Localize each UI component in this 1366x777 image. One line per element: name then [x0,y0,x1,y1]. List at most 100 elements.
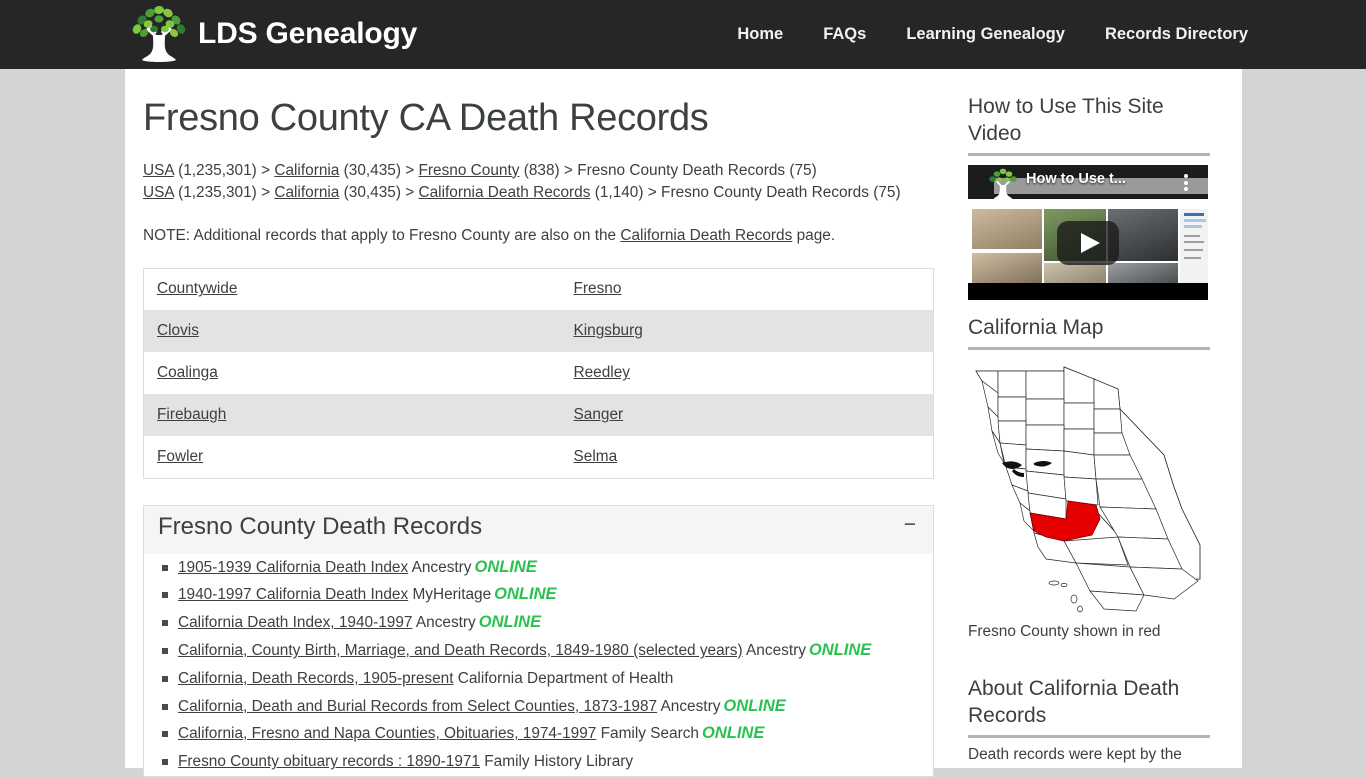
video-overlay-title: How to Use t... [1026,171,1126,187]
city-link-fresno[interactable]: Fresno [574,280,622,297]
record-source: Ancestry [746,642,806,660]
breadcrumb2-link-usa[interactable]: USA [143,184,174,201]
records-panel-header[interactable]: Fresno County Death Records − [144,506,933,550]
record-link[interactable]: 1905-1939 California Death Index [178,559,408,576]
table-row: Firebaugh Sanger [143,394,934,437]
breadcrumb-link-fresno-county[interactable]: Fresno County [419,162,520,179]
record-source: Ancestry [660,697,721,715]
list-item: 1905-1939 California Death Index Ancestr… [162,554,933,582]
city-link-firebaugh[interactable]: Firebaugh [157,406,226,423]
nav-item-home[interactable]: Home [737,25,783,44]
city-link-clovis[interactable]: Clovis [157,322,199,339]
table-cell: Reedley [561,352,934,394]
video-more-options-icon[interactable] [1184,174,1188,191]
tree-logo-icon [132,5,186,62]
california-map-svg [975,366,1201,613]
video-tree-logo-icon [989,168,1017,200]
online-badge: ONLINE [723,696,786,715]
online-badge: ONLINE [702,724,765,743]
table-row: Fowler Selma [143,436,934,479]
breadcrumb-link-usa[interactable]: USA [143,162,174,179]
city-link-selma[interactable]: Selma [574,448,618,465]
how-to-use-video-player[interactable]: How to Use t... [968,165,1208,300]
site-logo[interactable]: LDS Genealogy [128,4,417,64]
records-panel-title: Fresno County Death Records [158,512,483,540]
sidebar-heading-about: About California Death Records [968,675,1210,738]
breadcrumb-county-count: (838) > [519,161,578,179]
record-source: Ancestry [411,558,472,576]
list-item: California, Fresno and Napa Counties, Ob… [162,720,933,748]
record-link[interactable]: California Death Index, 1940-1997 [178,614,412,631]
note-link-california-death-records[interactable]: California Death Records [620,227,792,244]
sidebar-heading-video: How to Use This Site Video [968,93,1210,156]
site-header: LDS Genealogy Home FAQs Learning Genealo… [0,0,1366,69]
record-link[interactable]: California, Death Records, 1905-present [178,670,453,687]
city-link-kingsburg[interactable]: Kingsburg [574,322,643,339]
city-link-reedley[interactable]: Reedley [574,364,630,381]
list-item: 1940-1997 California Death Index MyHerit… [162,581,933,609]
breadcrumb2-link-california-death-records[interactable]: California Death Records [419,184,591,201]
breadcrumb-usa-count: (1,235,301) > [173,161,275,179]
breadcrumb-row-2: USA (1,235,301) > California (30,435) > … [143,182,933,205]
page-title: Fresno County CA Death Records [143,97,709,139]
city-links-table: Countywide Fresno Clovis Kingsburg Coali… [143,267,934,479]
city-link-coalinga[interactable]: Coalinga [157,364,218,381]
breadcrumb-link-california[interactable]: California [274,162,339,179]
nav-item-learning-genealogy[interactable]: Learning Genealogy [906,25,1065,44]
table-cell: Sanger [561,394,934,436]
table-cell: Fresno [561,268,934,310]
breadcrumb: USA (1,235,301) > California (30,435) > … [143,160,933,205]
list-item: California, Death and Burial Records fro… [162,693,933,721]
nav-item-records-directory[interactable]: Records Directory [1105,25,1248,44]
list-item: California, Death Records, 1905-present … [162,665,933,693]
page-content-area: Fresno County CA Death Records USA (1,23… [125,69,1242,777]
record-link[interactable]: California, Death and Burial Records fro… [178,698,657,715]
city-link-countywide[interactable]: Countywide [157,280,237,297]
breadcrumb2-usa-count: (1,235,301) > [173,184,275,202]
table-cell: Fowler [144,436,561,478]
california-county-map [968,359,1208,619]
record-link[interactable]: 1940-1997 California Death Index [178,586,408,603]
table-cell: Countywide [144,268,561,310]
sidebar-heading-map: California Map [968,314,1210,350]
video-play-button-icon[interactable] [1057,221,1119,266]
records-panel: Fresno County Death Records − 1905-1939 … [143,504,934,777]
collapse-minus-icon[interactable]: − [901,514,919,539]
note-after: page. [792,226,836,244]
record-link[interactable]: California, County Birth, Marriage, and … [178,642,743,659]
breadcrumb-state-count: (30,435) > [339,161,419,179]
record-source: Ancestry [415,614,476,632]
list-item: California Death Index, 1940-1997 Ancest… [162,609,933,637]
list-item: California, County Birth, Marriage, and … [162,637,933,665]
record-source: MyHeritage [412,586,492,604]
breadcrumb2-link-california[interactable]: California [274,184,339,201]
record-link[interactable]: California, Fresno and Napa Counties, Ob… [178,725,596,742]
city-link-fowler[interactable]: Fowler [157,448,203,465]
record-source: Family Search [600,725,699,743]
note-before: NOTE: Additional records that apply to F… [143,226,621,244]
table-row: Coalinga Reedley [143,352,934,395]
online-badge: ONLINE [474,557,537,576]
record-source: California Department of Health [457,669,674,687]
site-logo-text: LDS Genealogy [198,17,418,50]
breadcrumb2-cadeath-count: (1,140) > [590,184,662,202]
table-cell: Kingsburg [561,310,934,352]
sidebar: How to Use This Site Video How to Use t.… [968,69,1210,766]
records-list: 1905-1939 California Death Index Ancestr… [144,553,933,777]
note-text: NOTE: Additional records that apply to F… [143,225,953,247]
table-cell: Selma [561,436,934,478]
list-item: Fresno County obituary records : 1890-19… [162,748,933,776]
main-navigation: Home FAQs Learning Genealogy Records Dir… [737,0,1248,69]
online-badge: ONLINE [494,585,557,604]
table-row: Clovis Kingsburg [143,310,934,353]
breadcrumb-current-1: Fresno County Death Records (75) [577,161,817,179]
nav-item-faqs[interactable]: FAQs [823,25,866,44]
about-text: Death records were kept by the [968,746,1182,763]
map-caption: Fresno County shown in red [968,623,1161,640]
online-badge: ONLINE [808,641,872,660]
breadcrumb-current-2: Fresno County Death Records (75) [661,184,901,202]
table-cell: Coalinga [144,352,561,394]
breadcrumb-row-1: USA (1,235,301) > California (30,435) > … [143,160,933,183]
city-link-sanger[interactable]: Sanger [574,406,624,423]
table-cell: Clovis [144,310,561,352]
